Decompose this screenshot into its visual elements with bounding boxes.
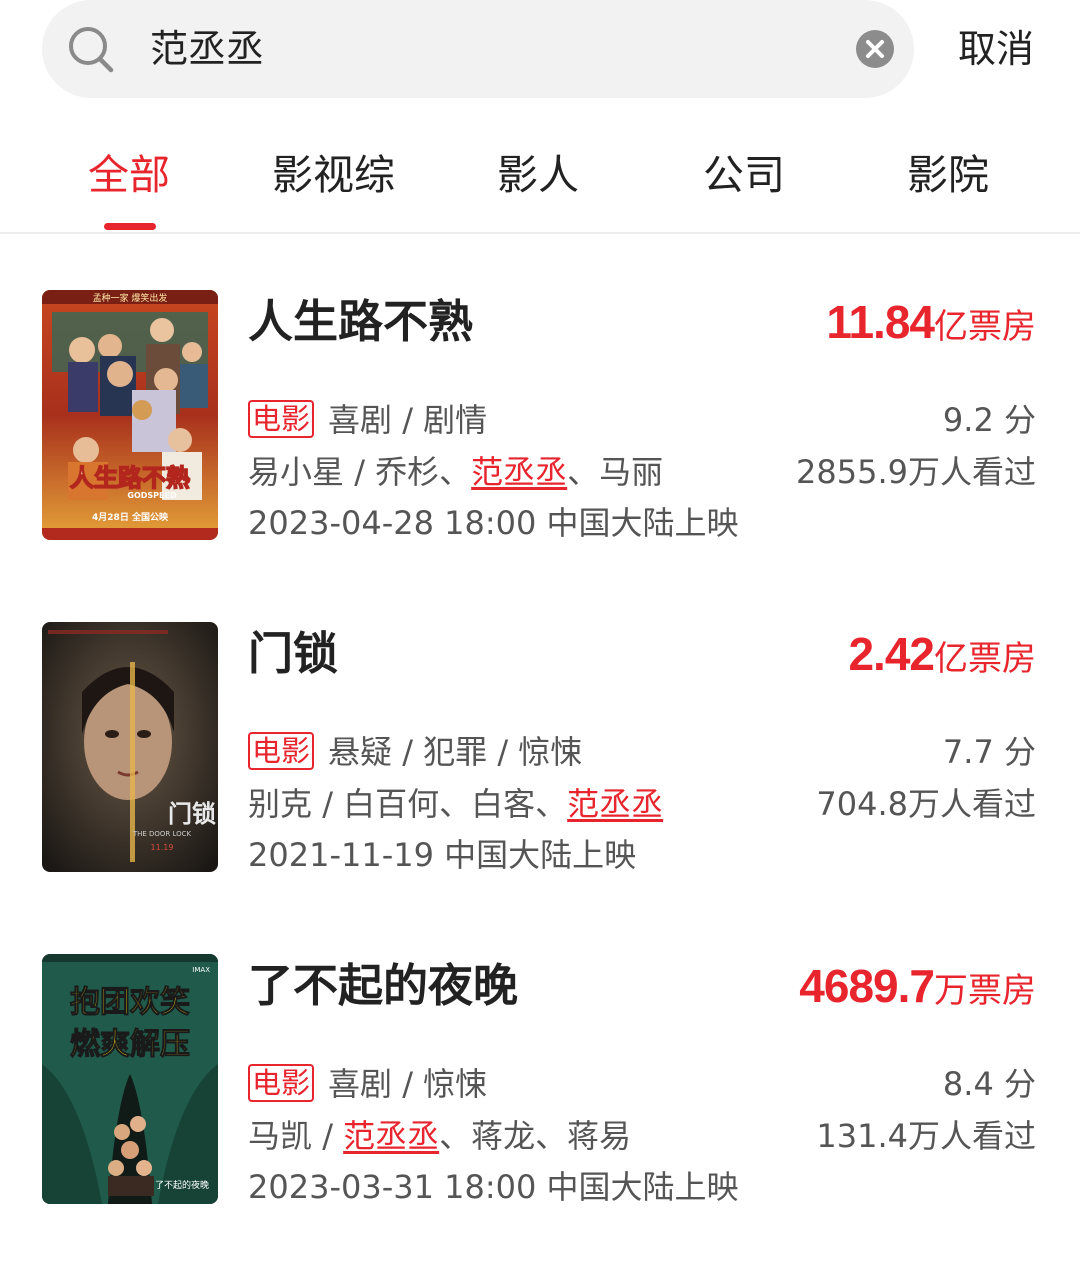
tab-company[interactable]: 公司: [703, 148, 785, 202]
release-info: 2023-03-31 18:00 中国大陆上映: [248, 1168, 739, 1206]
box-office-unit: 亿票房: [934, 639, 1036, 679]
credits-line: 马凯 / 范丞丞、蒋龙、蒋易: [248, 1117, 632, 1155]
credits-line: 易小星 / 乔杉、范丞丞、马丽: [248, 453, 664, 491]
clear-icon[interactable]: [855, 29, 895, 69]
search-row: 范丞丞 取消: [0, 0, 1080, 100]
category-tabs: 全部 影视综 影人 公司 影院: [0, 130, 1080, 234]
movie-title[interactable]: 人生路不熟: [248, 292, 473, 352]
box-office-unit: 亿票房: [934, 307, 1036, 347]
poster-slogan-1: 抱团欢笑: [70, 985, 190, 1020]
result-item[interactable]: IMAX 抱团欢笑 燃爽解压 了不起的夜晚 了不起的夜晚 4689.7万票房 电…: [0, 954, 1080, 1214]
category-tag: 电影: [248, 400, 315, 438]
genre-line: 电影 喜剧 / 惊悚: [248, 1062, 487, 1106]
genres: 喜剧 / 剧情: [328, 401, 488, 439]
box-office: 4689.7万票房: [799, 958, 1036, 1025]
result-item[interactable]: 门锁 THE DOOR LOCK 11.19 门锁 2.42亿票房 电影 悬疑 /…: [0, 622, 1080, 882]
active-tab-indicator: [104, 223, 156, 230]
movie-poster[interactable]: 门锁 THE DOOR LOCK 11.19: [42, 622, 218, 872]
poster-en-title: GODSPEED: [127, 491, 177, 500]
score: 9.2 分: [942, 401, 1036, 439]
tab-all[interactable]: 全部: [88, 148, 170, 202]
box-office-unit: 万票房: [934, 971, 1036, 1011]
search-icon: [69, 27, 114, 73]
viewer-count: 131.4万人看过: [816, 1117, 1036, 1155]
box-office: 11.84亿票房: [826, 294, 1036, 361]
movie-title[interactable]: 门锁: [248, 624, 338, 684]
poster-title: 门锁: [168, 800, 216, 828]
movie-title[interactable]: 了不起的夜晚: [248, 956, 518, 1016]
poster-slogan-2: 燃爽解压: [70, 1027, 190, 1062]
score: 7.7 分: [942, 733, 1036, 771]
search-query-text[interactable]: 范丞丞: [150, 22, 264, 76]
director: 马凯: [248, 1117, 313, 1155]
tab-cinema[interactable]: 影院: [907, 148, 989, 202]
poster-title: 人生路不熟: [70, 464, 190, 492]
viewer-count: 2855.9万人看过: [796, 453, 1036, 491]
credits-line: 别克 / 白百何、白客、范丞丞: [248, 785, 664, 823]
genre-line: 电影 喜剧 / 剧情: [248, 398, 487, 442]
poster-title: 了不起的夜晚: [155, 1179, 209, 1191]
result-item[interactable]: 孟种一家 爆笑出发 人生路不熟 GODSPEED 4月28日 全国公映 人生路不…: [0, 290, 1080, 550]
tab-people[interactable]: 影人: [497, 148, 579, 202]
cast-highlight[interactable]: 范丞丞: [471, 453, 567, 491]
box-office-value: 11.84: [826, 296, 935, 348]
cast-before: 乔杉、: [375, 453, 472, 491]
poster-tagline: 孟种一家 爆笑出发: [93, 292, 168, 304]
director: 别克: [248, 785, 313, 823]
cast-highlight[interactable]: 范丞丞: [343, 1117, 439, 1155]
tab-film-tv[interactable]: 影视综: [272, 148, 395, 202]
category-tag: 电影: [248, 1064, 315, 1102]
poster-en-title: THE DOOR LOCK: [132, 830, 192, 838]
genres: 悬疑 / 犯罪 / 惊悚: [328, 733, 583, 771]
release-info: 2023-04-28 18:00 中国大陆上映: [248, 504, 739, 542]
cast-highlight[interactable]: 范丞丞: [567, 785, 663, 823]
score: 8.4 分: [942, 1065, 1036, 1103]
poster-date: 4月28日 全国公映: [92, 511, 169, 523]
cast-after: 、马丽: [567, 453, 664, 491]
movie-poster[interactable]: 孟种一家 爆笑出发 人生路不熟 GODSPEED 4月28日 全国公映: [42, 290, 218, 540]
cancel-button[interactable]: 取消: [958, 22, 1034, 76]
poster-date: 11.19: [151, 843, 174, 852]
cast-after: 、蒋龙、蒋易: [439, 1117, 632, 1155]
box-office: 2.42亿票房: [848, 626, 1036, 693]
movie-poster[interactable]: IMAX 抱团欢笑 燃爽解压 了不起的夜晚: [42, 954, 218, 1204]
category-tag: 电影: [248, 732, 315, 770]
viewer-count: 704.8万人看过: [816, 785, 1036, 823]
release-info: 2021-11-19 中国大陆上映: [248, 836, 637, 874]
poster-imax: IMAX: [192, 966, 210, 974]
genres: 喜剧 / 惊悚: [328, 1065, 488, 1103]
director: 易小星: [248, 453, 345, 491]
box-office-value: 2.42: [848, 628, 935, 680]
cast-before: 白百何、白客、: [343, 785, 568, 823]
genre-line: 电影 悬疑 / 犯罪 / 惊悚: [248, 730, 582, 774]
box-office-value: 4689.7: [799, 960, 935, 1012]
